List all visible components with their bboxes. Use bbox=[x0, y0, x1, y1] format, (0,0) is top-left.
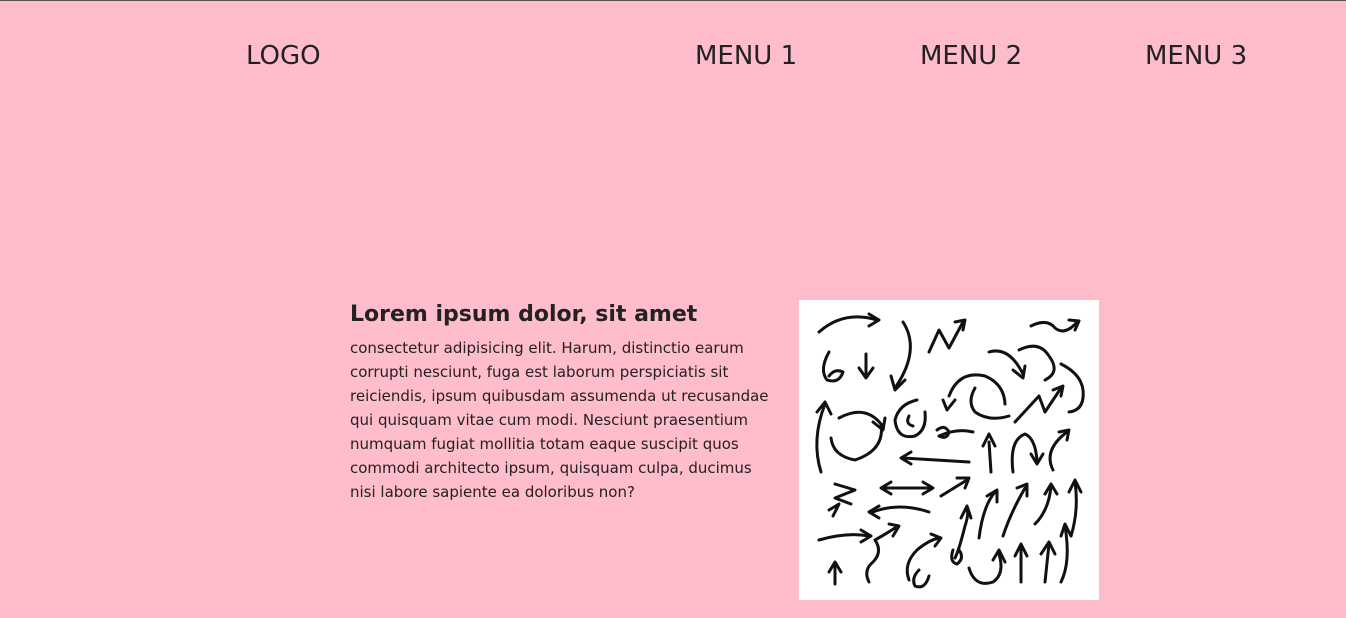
arrows-image bbox=[799, 300, 1099, 600]
nav-menu-3[interactable]: MENU 3 bbox=[1145, 37, 1247, 75]
logo-link[interactable]: LOGO bbox=[246, 37, 321, 75]
hero-paragraph: consectetur adipisicing elit. Harum, dis… bbox=[350, 339, 769, 501]
hero-text: Lorem ipsum dolor, sit amet consectetur … bbox=[350, 300, 780, 504]
arrows-illustration bbox=[815, 312, 1085, 589]
hero-heading: Lorem ipsum dolor, sit amet bbox=[350, 302, 698, 327]
nav-menu-1[interactable]: MENU 1 bbox=[695, 37, 797, 75]
top-navigation: LOGO MENU 1 MENU 2 MENU 3 bbox=[0, 37, 1346, 77]
nav-menu-2[interactable]: MENU 2 bbox=[920, 37, 1022, 75]
